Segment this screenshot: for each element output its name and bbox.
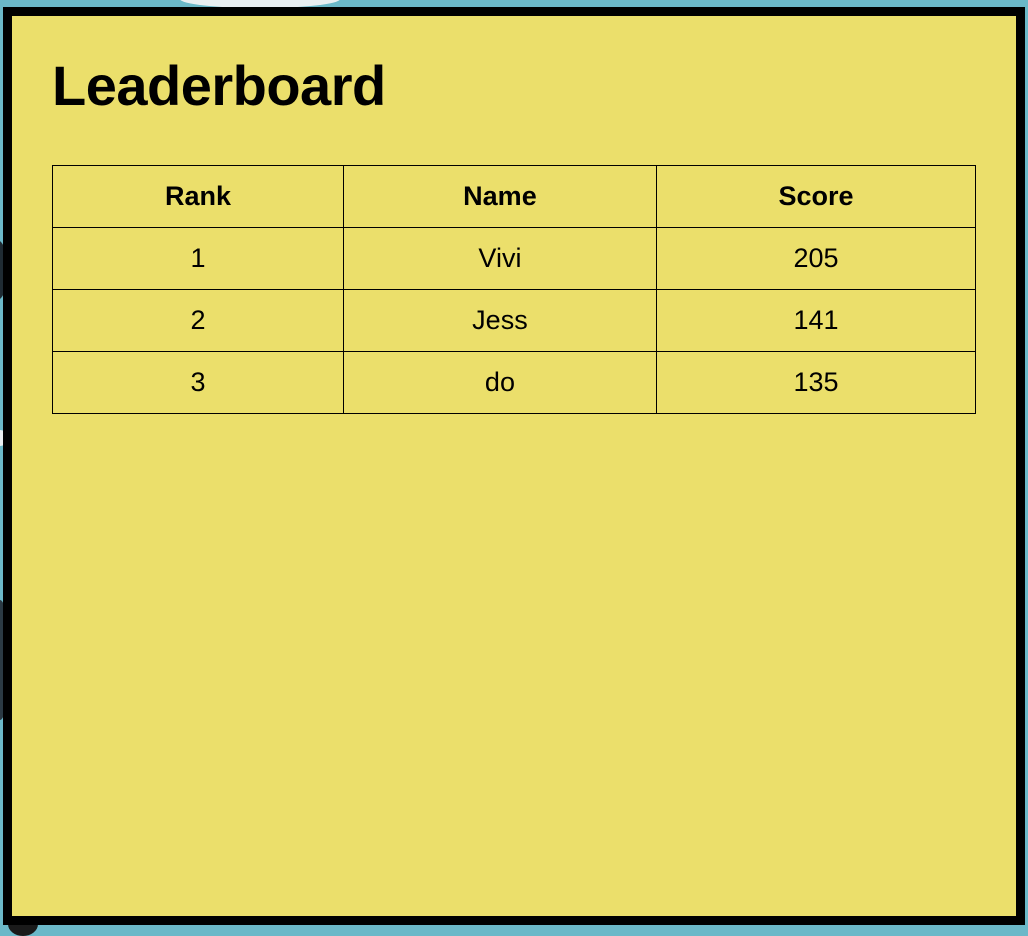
- leaderboard-panel: Leaderboard Rank Name Score 1 Vivi 205 2…: [3, 7, 1025, 925]
- rank-cell: 2: [52, 289, 344, 352]
- page-title: Leaderboard: [52, 54, 386, 117]
- score-cell: 141: [655, 289, 977, 352]
- column-header-score: Score: [655, 165, 977, 228]
- table-row: 2 Jess 141: [52, 289, 977, 352]
- table-header-row: Rank Name Score: [52, 165, 977, 228]
- score-cell: 205: [655, 227, 977, 290]
- leaderboard-table: Rank Name Score 1 Vivi 205 2 Jess 141 3 …: [52, 165, 977, 414]
- column-header-name: Name: [342, 165, 657, 228]
- score-cell: 135: [655, 351, 977, 414]
- name-cell: do: [342, 351, 657, 414]
- rank-cell: 1: [52, 227, 344, 290]
- name-cell: Vivi: [342, 227, 657, 290]
- table-row: 1 Vivi 205: [52, 227, 977, 290]
- rank-cell: 3: [52, 351, 344, 414]
- column-header-rank: Rank: [52, 165, 344, 228]
- name-cell: Jess: [342, 289, 657, 352]
- table-row: 3 do 135: [52, 351, 977, 414]
